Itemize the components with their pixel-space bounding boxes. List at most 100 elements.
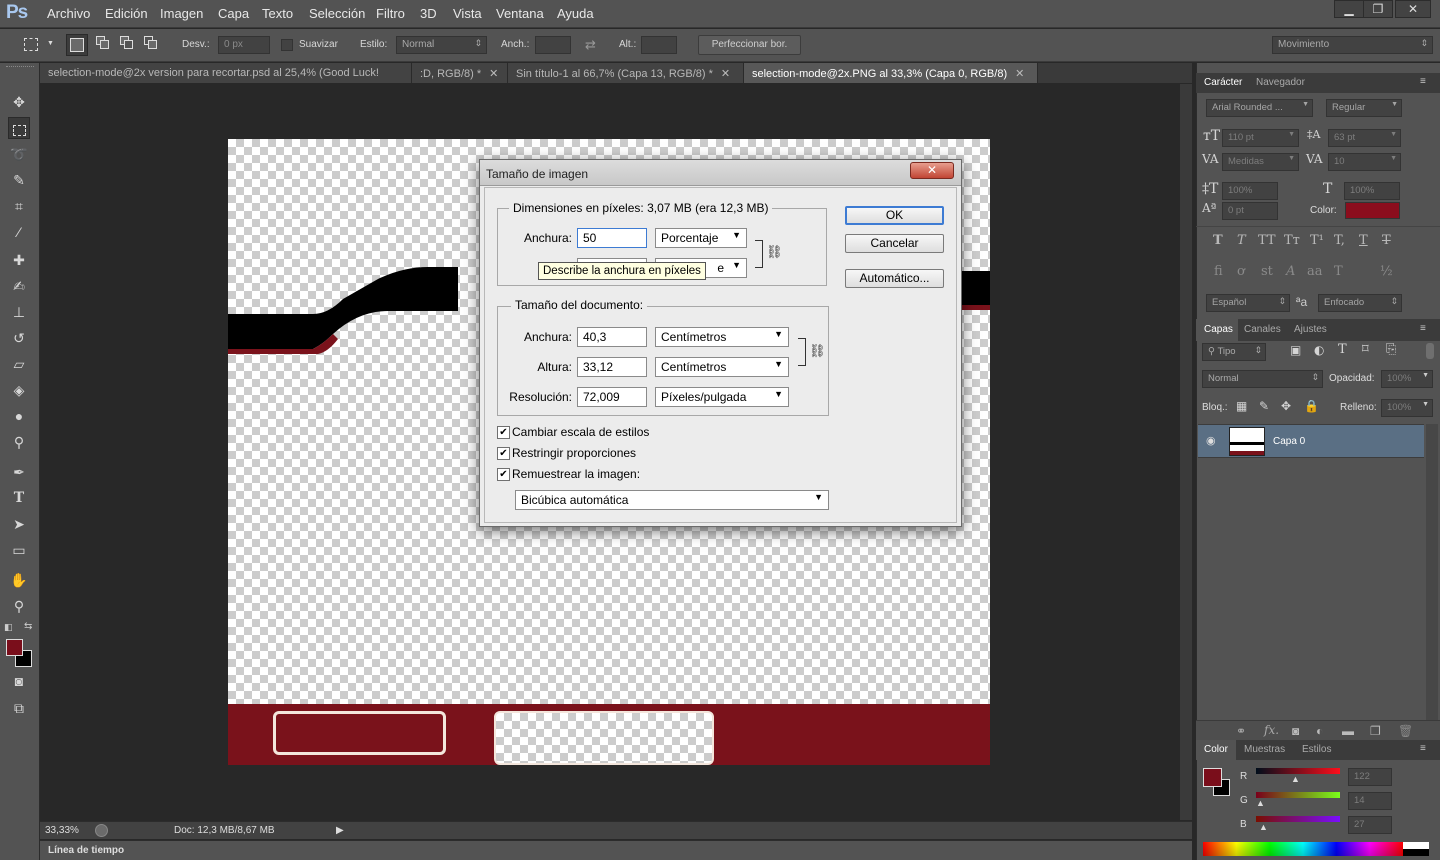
tab-styles[interactable]: Estilos (1302, 744, 1331, 755)
rectangle-shape-icon[interactable]: ▭ (8, 539, 30, 561)
delete-layer-icon[interactable]: 🗑 (1398, 724, 1413, 738)
tab-color[interactable]: Color (1204, 744, 1228, 755)
tab-selection-png[interactable]: selection-mode@2x.PNG al 33,3% (Capa 0, … (744, 63, 1038, 83)
menu-3d[interactable]: 3D (420, 6, 437, 21)
menu-edicion[interactable]: Edición (105, 6, 148, 21)
old-style-icon[interactable]: ơ (1237, 264, 1245, 279)
filter-smart-object-icon[interactable]: ⎘ (1386, 342, 1396, 357)
swap-colors-icon[interactable]: ⇆ (24, 621, 32, 632)
kerning-input[interactable]: Medidas ▼ (1222, 153, 1299, 171)
panel-menu-icon[interactable]: ≡ (1420, 743, 1426, 754)
visibility-eye-icon[interactable]: ◉ (1206, 434, 1216, 447)
font-family-select[interactable]: Arial Rounded ... ▼ (1206, 99, 1313, 117)
underline-icon[interactable]: T (1359, 233, 1368, 248)
minimize-button[interactable]: ▁ (1334, 0, 1364, 18)
brush-icon[interactable]: ✍ (8, 275, 30, 297)
fg-color-swatch[interactable] (1203, 768, 1222, 787)
add-mask-icon[interactable]: ◙ (1292, 724, 1299, 738)
history-brush-icon[interactable]: ↺ (8, 327, 30, 349)
resample-label[interactable]: Remuestrear la imagen: (512, 467, 640, 481)
layer-name[interactable]: Capa 0 (1273, 436, 1305, 447)
close-window-button[interactable]: ✕ (1395, 0, 1431, 18)
ok-button[interactable]: OK (845, 206, 944, 225)
refine-edge-button[interactable]: Perfeccionar bor. (698, 35, 801, 55)
titling-alternates-icon[interactable]: T (1334, 264, 1343, 279)
panel-menu-icon[interactable]: ≡ (1420, 76, 1426, 87)
paint-bucket-icon[interactable]: ◈ (8, 379, 30, 401)
doc-height-unit-select[interactable]: Centímetros ▼ (655, 357, 789, 377)
blend-mode-select[interactable]: Normal ⇕ (1202, 370, 1323, 388)
height-input[interactable] (641, 36, 677, 54)
stylistic-alternates-icon[interactable]: aa (1307, 264, 1323, 279)
style-select[interactable]: Normal ⇕ (396, 36, 487, 54)
layers-scrollbar[interactable] (1426, 424, 1438, 720)
add-selection-mode[interactable] (96, 36, 110, 50)
language-select[interactable]: Español ⇕ (1206, 294, 1290, 312)
tab-navigator[interactable]: Navegador (1256, 77, 1305, 88)
filter-type-icon[interactable]: T (1338, 342, 1347, 357)
menu-ventana[interactable]: Ventana (496, 6, 544, 21)
close-icon[interactable]: ✕ (721, 68, 730, 80)
pixel-width-input[interactable]: 50 (577, 228, 647, 248)
tab-psd-part2[interactable]: :D, RGB/8) * ✕ (412, 63, 508, 83)
red-value-input[interactable]: 122 (1348, 768, 1392, 786)
pen-icon[interactable]: ✒ (8, 461, 30, 483)
eyedropper-icon[interactable]: ⁄ (8, 221, 30, 243)
layer-filter-select[interactable]: ⚲ Tipo ⇕ (1202, 343, 1266, 361)
new-group-icon[interactable]: ▬ (1342, 724, 1354, 738)
resample-checkbox[interactable]: ✔ (497, 468, 510, 481)
ligatures-icon[interactable]: fi (1214, 264, 1223, 279)
clone-stamp-icon[interactable]: ⊥ (8, 301, 30, 323)
doc-width-input[interactable]: 40,3 (577, 327, 647, 347)
move-tool-icon[interactable]: ✥ (8, 91, 30, 113)
status-info-icon[interactable] (95, 824, 108, 837)
auto-button[interactable]: Automático... (845, 269, 944, 288)
blue-slider-thumb-icon[interactable]: ▲ (1259, 822, 1268, 832)
healing-brush-icon[interactable]: ✚ (8, 249, 30, 271)
zoom-level[interactable]: 33,33% (45, 825, 79, 836)
swap-icon[interactable]: ⇄ (585, 37, 596, 53)
green-value-input[interactable]: 14 (1348, 792, 1392, 810)
blur-icon[interactable]: ● (8, 405, 30, 427)
discretionary-ligatures-icon[interactable]: st (1261, 264, 1273, 279)
resolution-input[interactable]: 72,009 (577, 387, 647, 407)
tab-layers[interactable]: Capas (1204, 324, 1233, 335)
leading-input[interactable]: 63 pt ▼ (1328, 129, 1401, 147)
tab-psd-part1[interactable]: selection-mode@2x version para recortar.… (40, 63, 412, 83)
tab-swatches[interactable]: Muestras (1244, 744, 1285, 755)
subscript-icon[interactable]: T, (1334, 233, 1345, 248)
faux-italic-icon[interactable]: T (1237, 233, 1246, 248)
quick-selection-icon[interactable]: ✎ (8, 169, 30, 191)
quick-mask-icon[interactable]: ◙ (8, 670, 30, 692)
filter-adjustment-icon[interactable]: ◐ (1314, 343, 1324, 357)
vertical-scrollbar[interactable] (1180, 84, 1192, 820)
menu-imagen[interactable]: Imagen (160, 6, 203, 21)
tab-sin-titulo[interactable]: Sin título-1 al 66,7% (Capa 13, RGB/8) *… (508, 63, 744, 83)
lock-image-icon[interactable]: ✎ (1259, 399, 1269, 413)
filter-toggle[interactable] (1426, 343, 1434, 359)
new-selection-mode[interactable] (66, 34, 88, 56)
tab-channels[interactable]: Canales (1244, 324, 1281, 335)
cancel-button[interactable]: Cancelar (845, 234, 944, 253)
dodge-icon[interactable]: ⚲ (8, 431, 30, 453)
white-ramp-swatch[interactable] (1403, 842, 1429, 849)
restore-button[interactable]: ❐ (1363, 0, 1393, 18)
filter-pixel-icon[interactable]: ▣ (1290, 343, 1301, 357)
tab-adjustments[interactable]: Ajustes (1294, 324, 1327, 335)
layer-row[interactable]: ◉ Capa 0 (1198, 424, 1424, 458)
timeline-panel[interactable]: Línea de tiempo (40, 840, 1192, 860)
green-slider[interactable] (1256, 792, 1340, 798)
resample-method-select[interactable]: Bicúbica automática ▼ (515, 490, 829, 510)
text-color-swatch[interactable] (1345, 202, 1400, 219)
menu-vista[interactable]: Vista (453, 6, 482, 21)
zoom-icon[interactable]: ⚲ (8, 595, 30, 617)
fractions-icon[interactable]: ½ (1380, 264, 1393, 279)
toolbar-grip[interactable] (6, 66, 34, 70)
lasso-icon[interactable]: ➰ (8, 143, 30, 165)
antialias-select[interactable]: Enfocado ⇕ (1318, 294, 1402, 312)
menu-texto[interactable]: Texto (262, 6, 293, 21)
color-spectrum-ramp[interactable] (1203, 842, 1403, 856)
all-caps-icon[interactable]: TT (1258, 233, 1276, 248)
baseline-shift-input[interactable]: 0 pt (1222, 202, 1278, 220)
dialog-titlebar[interactable]: Tamaño de imagen ✕ (480, 160, 961, 186)
